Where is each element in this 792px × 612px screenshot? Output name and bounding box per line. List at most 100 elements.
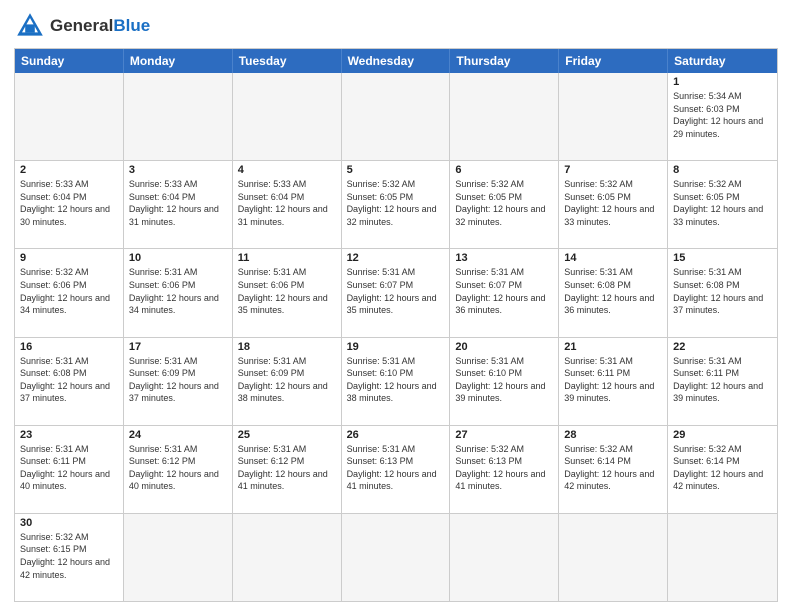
day-info: Sunrise: 5:33 AMSunset: 6:04 PMDaylight:… [238,178,336,228]
day-info: Sunrise: 5:31 AMSunset: 6:09 PMDaylight:… [129,355,227,405]
day-info: Sunrise: 5:32 AMSunset: 6:05 PMDaylight:… [455,178,553,228]
day-info: Sunrise: 5:31 AMSunset: 6:12 PMDaylight:… [129,443,227,493]
day-info: Sunrise: 5:31 AMSunset: 6:10 PMDaylight:… [347,355,445,405]
cal-cell-4-3: 26 Sunrise: 5:31 AMSunset: 6:13 PMDayligh… [342,426,451,513]
day-info: Sunrise: 5:31 AMSunset: 6:09 PMDaylight:… [238,355,336,405]
day-info: Sunrise: 5:33 AMSunset: 6:04 PMDaylight:… [20,178,118,228]
day-info: Sunrise: 5:31 AMSunset: 6:12 PMDaylight:… [238,443,336,493]
cal-cell-1-6: 8 Sunrise: 5:32 AMSunset: 6:05 PMDaylight… [668,161,777,248]
cal-cell-2-5: 14 Sunrise: 5:31 AMSunset: 6:08 PMDayligh… [559,249,668,336]
day-number: 1 [673,76,772,88]
day-number: 29 [673,429,772,441]
cal-cell-0-6: 1Sunrise: 5:34 AMSunset: 6:03 PMDaylight… [668,73,777,160]
week-row-2: 2 Sunrise: 5:33 AMSunset: 6:04 PMDaylight… [15,161,777,249]
week-row-6: 30 Sunrise: 5:32 AMSunset: 6:15 PMDayligh… [15,514,777,601]
day-number: 2 [20,164,118,176]
cal-cell-3-3: 19 Sunrise: 5:31 AMSunset: 6:10 PMDayligh… [342,338,451,425]
day-info: Sunrise: 5:32 AMSunset: 6:05 PMDaylight:… [673,178,772,228]
day-info: Sunrise: 5:32 AMSunset: 6:06 PMDaylight:… [20,266,118,316]
cal-cell-4-0: 23Sunrise: 5:31 AMSunset: 6:11 PMDayligh… [15,426,124,513]
cal-cell-5-6 [668,514,777,601]
cal-cell-3-1: 17 Sunrise: 5:31 AMSunset: 6:09 PMDayligh… [124,338,233,425]
cal-cell-0-2 [233,73,342,160]
day-number: 26 [347,429,445,441]
week-row-5: 23Sunrise: 5:31 AMSunset: 6:11 PMDayligh… [15,426,777,514]
cal-cell-1-1: 3 Sunrise: 5:33 AMSunset: 6:04 PMDaylight… [124,161,233,248]
day-number: 21 [564,341,662,353]
cal-cell-2-0: 9 Sunrise: 5:32 AMSunset: 6:06 PMDaylight… [15,249,124,336]
day-info: Sunrise: 5:31 AMSunset: 6:06 PMDaylight:… [238,266,336,316]
cal-cell-4-5: 28Sunrise: 5:32 AMSunset: 6:14 PMDayligh… [559,426,668,513]
day-number: 4 [238,164,336,176]
header-tuesday: Tuesday [233,49,342,73]
day-number: 11 [238,252,336,264]
day-number: 25 [238,429,336,441]
cal-cell-5-3 [342,514,451,601]
day-info: Sunrise: 5:32 AMSunset: 6:15 PMDaylight:… [20,531,118,581]
day-info: Sunrise: 5:32 AMSunset: 6:05 PMDaylight:… [347,178,445,228]
header: GeneralBlue [14,10,778,42]
cal-cell-2-3: 12 Sunrise: 5:31 AMSunset: 6:07 PMDayligh… [342,249,451,336]
day-info: Sunrise: 5:31 AMSunset: 6:08 PMDaylight:… [564,266,662,316]
day-info: Sunrise: 5:32 AMSunset: 6:05 PMDaylight:… [564,178,662,228]
cal-cell-2-1: 10Sunrise: 5:31 AMSunset: 6:06 PMDayligh… [124,249,233,336]
day-number: 14 [564,252,662,264]
cal-cell-5-1 [124,514,233,601]
day-info: Sunrise: 5:31 AMSunset: 6:08 PMDaylight:… [20,355,118,405]
calendar-body: 1Sunrise: 5:34 AMSunset: 6:03 PMDaylight… [15,73,777,601]
day-number: 13 [455,252,553,264]
week-row-1: 1Sunrise: 5:34 AMSunset: 6:03 PMDaylight… [15,73,777,161]
day-number: 27 [455,429,553,441]
cal-cell-0-3 [342,73,451,160]
day-info: Sunrise: 5:32 AMSunset: 6:14 PMDaylight:… [673,443,772,493]
day-number: 20 [455,341,553,353]
day-number: 22 [673,341,772,353]
cal-cell-4-1: 24 Sunrise: 5:31 AMSunset: 6:12 PMDayligh… [124,426,233,513]
cal-cell-5-4 [450,514,559,601]
logo: GeneralBlue [14,10,150,42]
day-info: Sunrise: 5:31 AMSunset: 6:07 PMDaylight:… [455,266,553,316]
day-number: 8 [673,164,772,176]
cal-cell-1-5: 7Sunrise: 5:32 AMSunset: 6:05 PMDaylight… [559,161,668,248]
day-number: 3 [129,164,227,176]
day-info: Sunrise: 5:31 AMSunset: 6:11 PMDaylight:… [564,355,662,405]
header-monday: Monday [124,49,233,73]
cal-cell-5-0: 30 Sunrise: 5:32 AMSunset: 6:15 PMDayligh… [15,514,124,601]
day-number: 30 [20,517,118,529]
day-number: 5 [347,164,445,176]
day-info: Sunrise: 5:31 AMSunset: 6:07 PMDaylight:… [347,266,445,316]
cal-cell-1-0: 2 Sunrise: 5:33 AMSunset: 6:04 PMDaylight… [15,161,124,248]
cal-cell-0-5 [559,73,668,160]
day-number: 24 [129,429,227,441]
day-number: 16 [20,341,118,353]
day-info: Sunrise: 5:33 AMSunset: 6:04 PMDaylight:… [129,178,227,228]
week-row-3: 9 Sunrise: 5:32 AMSunset: 6:06 PMDaylight… [15,249,777,337]
day-number: 19 [347,341,445,353]
header-saturday: Saturday [668,49,777,73]
day-number: 17 [129,341,227,353]
day-number: 12 [347,252,445,264]
cal-cell-3-5: 21 Sunrise: 5:31 AMSunset: 6:11 PMDayligh… [559,338,668,425]
cal-cell-1-3: 5 Sunrise: 5:32 AMSunset: 6:05 PMDaylight… [342,161,451,248]
header-wednesday: Wednesday [342,49,451,73]
cal-cell-3-6: 22 Sunrise: 5:31 AMSunset: 6:11 PMDayligh… [668,338,777,425]
calendar-page: GeneralBlue Sunday Monday Tuesday Wednes… [0,0,792,612]
cal-cell-4-4: 27Sunrise: 5:32 AMSunset: 6:13 PMDayligh… [450,426,559,513]
day-number: 6 [455,164,553,176]
day-info: Sunrise: 5:31 AMSunset: 6:06 PMDaylight:… [129,266,227,316]
cal-cell-2-4: 13 Sunrise: 5:31 AMSunset: 6:07 PMDayligh… [450,249,559,336]
day-number: 15 [673,252,772,264]
cal-cell-5-2 [233,514,342,601]
header-sunday: Sunday [15,49,124,73]
week-row-4: 16 Sunrise: 5:31 AMSunset: 6:08 PMDayligh… [15,338,777,426]
day-info: Sunrise: 5:31 AMSunset: 6:11 PMDaylight:… [20,443,118,493]
cal-cell-3-2: 18 Sunrise: 5:31 AMSunset: 6:09 PMDayligh… [233,338,342,425]
day-number: 18 [238,341,336,353]
day-info: Sunrise: 5:31 AMSunset: 6:11 PMDaylight:… [673,355,772,405]
cal-cell-4-2: 25 Sunrise: 5:31 AMSunset: 6:12 PMDayligh… [233,426,342,513]
calendar-header-row: Sunday Monday Tuesday Wednesday Thursday… [15,49,777,73]
day-info: Sunrise: 5:31 AMSunset: 6:13 PMDaylight:… [347,443,445,493]
cal-cell-0-1 [124,73,233,160]
day-info: Sunrise: 5:31 AMSunset: 6:10 PMDaylight:… [455,355,553,405]
day-number: 9 [20,252,118,264]
